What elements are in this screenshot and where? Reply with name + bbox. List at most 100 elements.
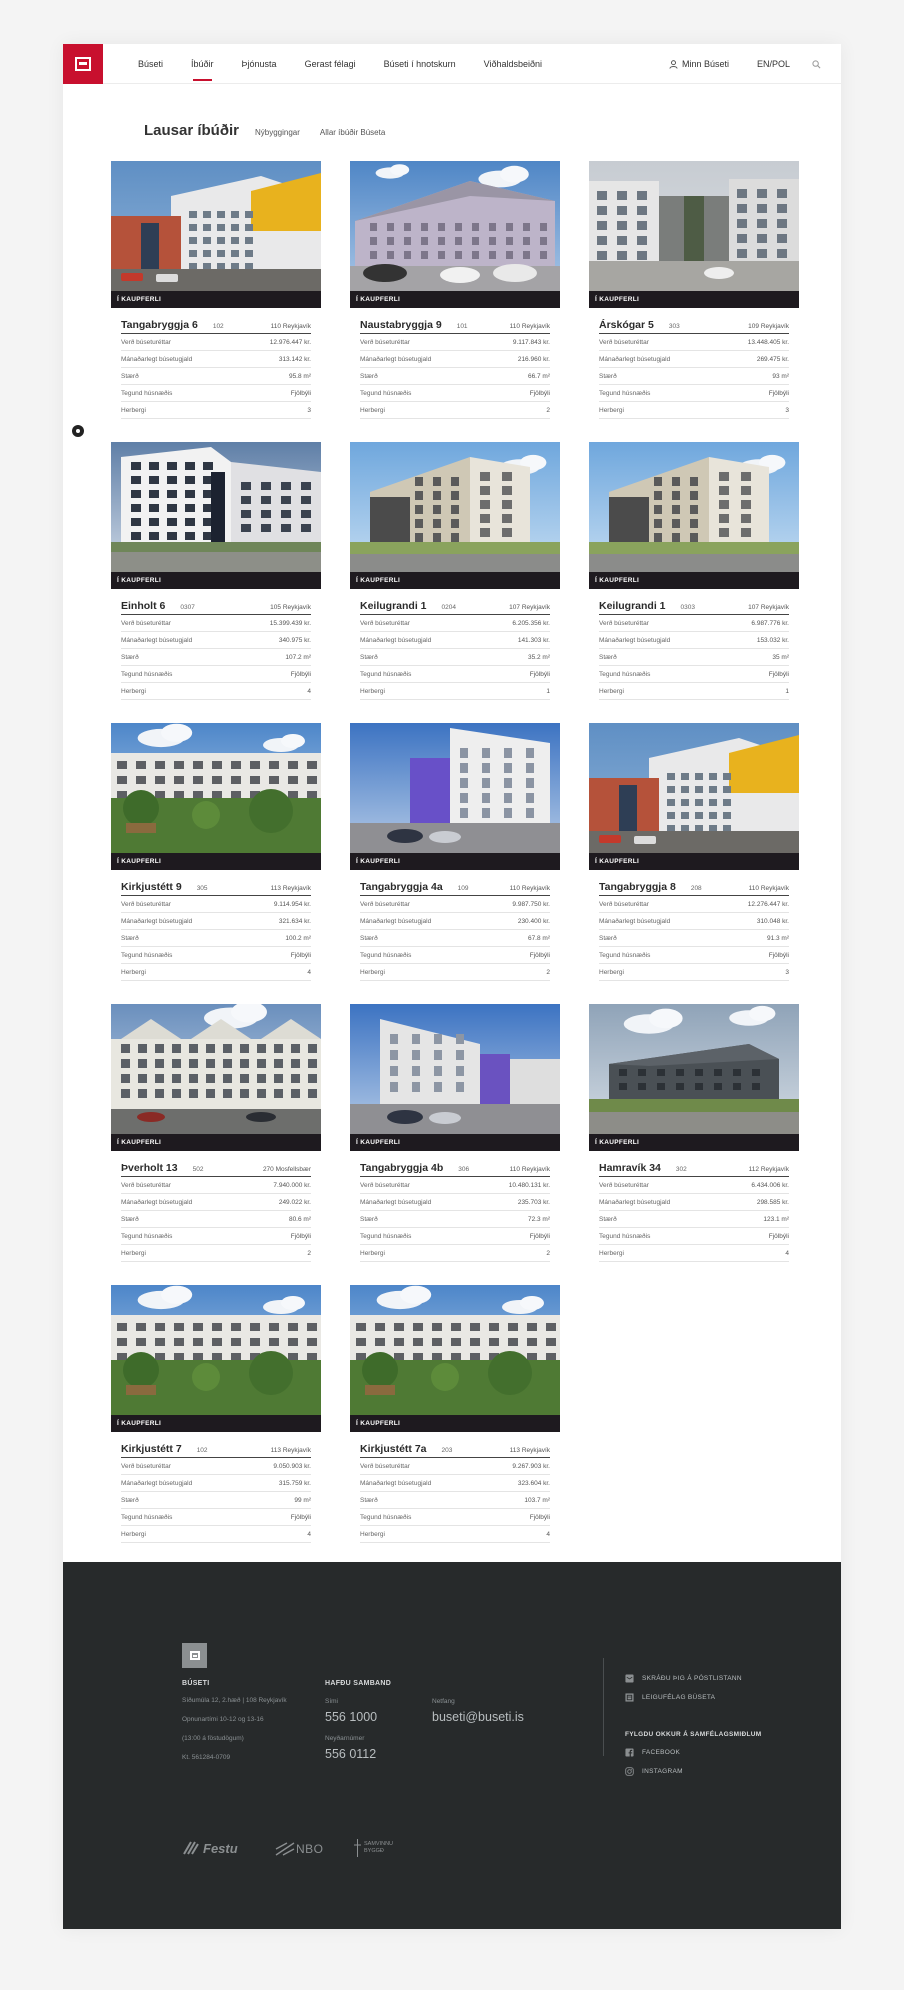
footer-logo[interactable] [182,1643,207,1668]
listing-photo[interactable]: Í KAUPFERLI [350,442,560,589]
listing-info: Hamravík 34 302 112 Reykjavík Verð búset… [589,1151,799,1262]
listing-photo[interactable]: Í KAUPFERLI [111,723,321,870]
accessibility-icon[interactable] [72,425,84,437]
listing-address[interactable]: Árskógar 5 [599,319,654,331]
listing-type-value: Fjölbýli [290,1514,311,1521]
social-heading: FYLGDU OKKUR Á SAMFÉLAGSMIÐLUM [625,1731,762,1738]
search-icon[interactable] [812,59,821,69]
nav-item-vidhaldsbeidni[interactable]: Viðhaldsbeiðni [484,44,542,84]
footer-phone[interactable]: 556 1000 [325,1710,377,1724]
listing-photo[interactable]: Í KAUPFERLI [111,161,321,308]
listing-address[interactable]: Hamravík 34 [599,1162,661,1174]
buseti-logo[interactable] [63,44,103,84]
listing-rooms-value: 3 [307,407,311,414]
listing-price-row: Verð búseturéttar 6.205.356 kr. [360,615,550,632]
listing-card[interactable]: Í KAUPFERLI Einholt 6 0307 105 Reykjavík… [111,442,321,700]
listing-rooms-row: Herbergi 3 [121,402,311,419]
nav-item-buseti[interactable]: Búseti [138,44,163,84]
listing-photo[interactable]: Í KAUPFERLI [589,723,799,870]
listing-address[interactable]: Kirkjustétt 7 [121,1443,182,1455]
partner-festa-logo[interactable]: Festu [183,1840,238,1856]
listing-title-row: Keilugrandi 1 0303 107 Reykjavík [599,589,789,615]
listing-city: 110 Reykjavík [509,323,550,330]
listing-photo[interactable]: Í KAUPFERLI [589,161,799,308]
partner-nbo-logo[interactable]: NBO [275,1841,324,1857]
nav-item-buseti-i-hnotskurn[interactable]: Búseti í hnotskurn [384,44,456,84]
listing-fee-value: 230.400 kr. [517,918,550,925]
listing-price-row: Verð búseturéttar 15.399.439 kr. [121,615,311,632]
partner-samvinnu-logo[interactable]: SAMVINNU BYGGÐ [353,1838,396,1858]
listing-card[interactable]: Í KAUPFERLI Tangabryggja 8 208 110 Reykj… [589,723,799,981]
listing-address[interactable]: Keilugrandi 1 [360,600,427,612]
listing-card[interactable]: Í KAUPFERLI Kirkjustétt 9 305 113 Reykja… [111,723,321,981]
listing-address[interactable]: Einholt 6 [121,600,165,612]
listing-fee-label: Mánaðarlegt búsetugjald [121,356,193,363]
instagram-link[interactable]: INSTAGRAM [625,1767,683,1776]
listing-address[interactable]: Tangabryggja 4a [360,881,443,893]
language-switch[interactable]: EN/POL [757,59,790,69]
listing-card[interactable]: Í KAUPFERLI Kirkjustétt 7 102 113 Reykja… [111,1285,321,1543]
listing-type-value: Fjölbýli [529,390,550,397]
listing-photo[interactable]: Í KAUPFERLI [350,1004,560,1151]
listing-city: 110 Reykjavík [509,1166,550,1173]
listing-address[interactable]: Kirkjustétt 7a [360,1443,427,1455]
listing-title-row: Tangabryggja 4b 306 110 Reykjavík [360,1151,550,1177]
listing-address[interactable]: Þverholt 13 [121,1162,178,1174]
newsletter-link[interactable]: SKRÁÐU ÞIG Á PÓSTLISTANN [625,1674,742,1683]
listing-address[interactable]: Tangabryggja 6 [121,319,198,331]
rental-company-link[interactable]: LEIGUFÉLAG BÚSETA [625,1693,715,1702]
listing-card[interactable]: Í KAUPFERLI Þverholt 13 502 270 Mosfells… [111,1004,321,1262]
listing-photo[interactable]: Í KAUPFERLI [589,442,799,589]
listing-type-row: Tegund húsnæðis Fjölbýli [121,947,311,964]
listing-photo[interactable]: Í KAUPFERLI [589,1004,799,1151]
footer-emergency[interactable]: 556 0112 [325,1747,376,1761]
subnav-nybyggingar[interactable]: Nýbyggingar [255,128,300,137]
listing-rooms-label: Herbergi [599,407,624,414]
listing-card[interactable]: Í KAUPFERLI Kirkjustétt 7a 203 113 Reykj… [350,1285,560,1543]
listing-photo[interactable]: Í KAUPFERLI [350,1285,560,1432]
listing-fee-label: Mánaðarlegt búsetugjald [121,918,193,925]
listing-card[interactable]: Í KAUPFERLI Tangabryggja 6 102 110 Reykj… [111,161,321,419]
nav-item-gerast-felagi[interactable]: Gerast félagi [305,44,356,84]
listing-card[interactable]: Í KAUPFERLI Árskógar 5 303 109 Reykjavík… [589,161,799,419]
photo-illustration [350,1004,560,1134]
listing-info: Þverholt 13 502 270 Mosfellsbær Verð bús… [111,1151,321,1262]
listing-price-value: 7.940.000 kr. [273,1182,311,1189]
listing-price-label: Verð búseturéttar [121,620,171,627]
listing-info: Tangabryggja 4a 109 110 Reykjavík Verð b… [350,870,560,981]
listing-address[interactable]: Tangabryggja 4b [360,1162,443,1174]
listing-card[interactable]: Í KAUPFERLI Hamravík 34 302 112 Reykjaví… [589,1004,799,1262]
listing-card[interactable]: Í KAUPFERLI Naustabryggja 9 101 110 Reyk… [350,161,560,419]
listing-fee-label: Mánaðarlegt búsetugjald [360,637,432,644]
listing-card[interactable]: Í KAUPFERLI Keilugrandi 1 0303 107 Reykj… [589,442,799,700]
listing-price-value: 15.399.439 kr. [269,620,311,627]
listing-address[interactable]: Tangabryggja 8 [599,881,676,893]
listing-card[interactable]: Í KAUPFERLI Tangabryggja 4a 109 110 Reyk… [350,723,560,981]
facebook-link[interactable]: FACEBOOK [625,1748,680,1757]
listing-fee-value: 249.022 kr. [278,1199,311,1206]
footer-phone-label: Sími [325,1698,338,1705]
listing-photo[interactable]: Í KAUPFERLI [111,1285,321,1432]
subnav-allar-ibudir[interactable]: Allar íbúðir Búseta [320,128,385,137]
footer-email[interactable]: buseti@buseti.is [432,1710,524,1724]
footer-contact-heading: HAFÐU SAMBAND [325,1680,392,1687]
listing-address[interactable]: Kirkjustétt 9 [121,881,182,893]
listing-city: 110 Reykjavík [509,885,550,892]
listing-photo[interactable]: Í KAUPFERLI [350,723,560,870]
listing-unit: 306 [458,1166,470,1173]
listing-photo[interactable]: Í KAUPFERLI [111,442,321,589]
my-account-link[interactable]: Minn Búseti [669,59,729,69]
listing-size-value: 95.8 m² [288,373,311,380]
listing-price-value: 12.276.447 kr. [747,901,789,908]
listing-photo[interactable]: Í KAUPFERLI [350,161,560,308]
listing-address[interactable]: Naustabryggja 9 [360,319,442,331]
listing-card[interactable]: Í KAUPFERLI Keilugrandi 1 0204 107 Reykj… [350,442,560,700]
listing-type-row: Tegund húsnæðis Fjölbýli [121,1509,311,1526]
nav-item-ibudir[interactable]: Íbúðir [191,44,214,84]
listing-type-value: Fjölbýli [768,952,789,959]
nav-item-thjonusta[interactable]: Þjónusta [242,44,277,84]
listing-photo[interactable]: Í KAUPFERLI [111,1004,321,1151]
listing-card[interactable]: Í KAUPFERLI Tangabryggja 4b 306 110 Reyk… [350,1004,560,1262]
listing-price-label: Verð búseturéttar [599,620,649,627]
listing-address[interactable]: Keilugrandi 1 [599,600,666,612]
